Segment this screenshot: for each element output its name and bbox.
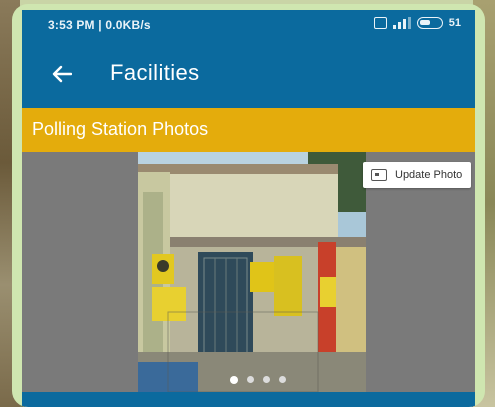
- sim-icon: [373, 17, 387, 29]
- image-icon: [371, 169, 387, 181]
- status-bar: 3:53 PM | 0.0KB/s 51: [22, 10, 475, 40]
- section-title: Polling Station Photos: [32, 119, 209, 139]
- update-photo-button[interactable]: Update Photo: [363, 162, 471, 188]
- bottom-bar: [22, 392, 475, 407]
- battery-level: 51: [448, 17, 461, 29]
- battery-icon: [416, 17, 443, 29]
- photo-carousel[interactable]: Update Photo: [22, 152, 475, 392]
- carousel-dot[interactable]: [263, 376, 270, 383]
- carousel-dot[interactable]: [279, 376, 286, 383]
- status-icons: 51: [373, 17, 461, 29]
- phone-screen: 3:53 PM | 0.0KB/s 51 Facilities Polling …: [22, 10, 475, 407]
- page-title: Facilities: [110, 60, 200, 85]
- polling-station-photo: [138, 152, 366, 392]
- phone-frame: 3:53 PM | 0.0KB/s 51 Facilities Polling …: [12, 4, 485, 407]
- carousel-indicator: [230, 376, 286, 384]
- back-button[interactable]: [44, 56, 80, 92]
- app-bar: Facilities: [22, 40, 475, 108]
- polling-station-image: [138, 152, 366, 392]
- update-photo-label: Update Photo: [395, 169, 463, 181]
- signal-icon: [392, 17, 411, 29]
- status-time-speed: 3:53 PM | 0.0KB/s: [48, 18, 151, 32]
- arrow-left-icon: [52, 65, 72, 83]
- carousel-dot[interactable]: [230, 376, 238, 384]
- section-header: Polling Station Photos: [22, 108, 475, 152]
- carousel-dot[interactable]: [247, 376, 254, 383]
